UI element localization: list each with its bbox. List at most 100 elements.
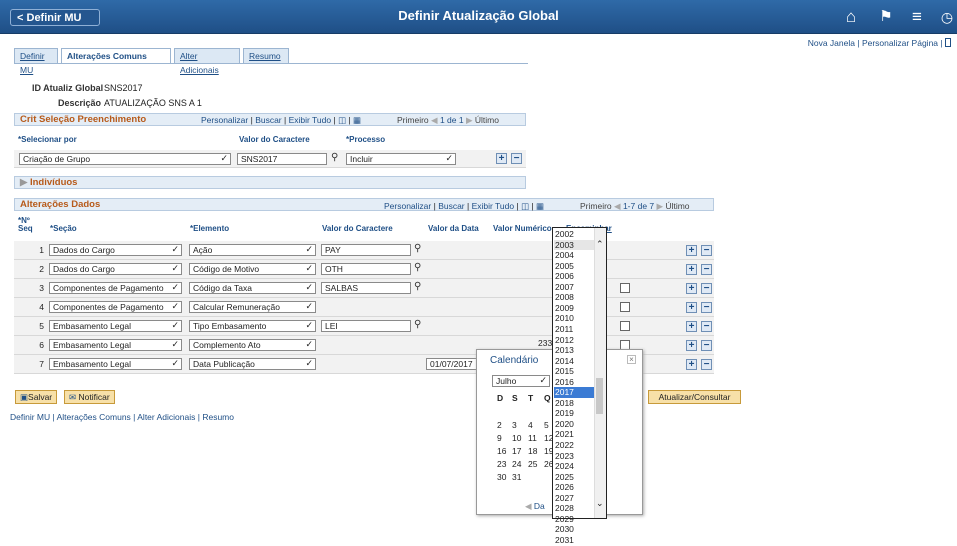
grid-icon[interactable]: ▦ [536, 201, 544, 211]
scroll-down-icon[interactable]: ⌄ [596, 498, 604, 509]
save-button[interactable]: ▣Salvar [15, 390, 58, 404]
char-value-input[interactable]: OTH [321, 263, 411, 275]
link-alteracoes-comuns[interactable]: Alterações Comuns [57, 412, 131, 422]
year-option[interactable]: 2017 [554, 387, 594, 398]
delete-row-button[interactable]: − [701, 245, 712, 256]
forward-checkbox[interactable] [620, 321, 630, 331]
individuos-section[interactable]: ▶ Indivíduos [20, 177, 77, 188]
menu-icon[interactable]: ≡ [907, 7, 927, 27]
year-option[interactable]: 2010 [554, 313, 594, 324]
personalize-page-link[interactable]: Personalizar Página [862, 38, 938, 48]
link-resumo[interactable]: Resumo [202, 412, 234, 422]
first-link[interactable]: Primeiro [397, 115, 429, 125]
next-icon[interactable]: ▶ [657, 201, 664, 211]
personalize-link[interactable]: Personalizar [384, 201, 431, 211]
new-window-link[interactable]: Nova Janela [808, 38, 855, 48]
year-option[interactable]: 2002 [554, 229, 594, 240]
add-row-button[interactable]: + [686, 302, 697, 313]
year-option[interactable]: 2021 [554, 429, 594, 440]
year-option[interactable]: 2008 [554, 292, 594, 303]
char-value-input[interactable]: PAY [321, 244, 411, 256]
elemento-dropdown[interactable]: Calcular Remuneração ✓ [189, 301, 316, 313]
elemento-dropdown[interactable]: Ação ✓ [189, 244, 316, 256]
tab-alter-adicionais[interactable]: Alter Adicionais [174, 48, 240, 75]
lookup-icon[interactable]: ⚲ [414, 262, 421, 273]
calendar-day[interactable]: 4 [528, 420, 533, 430]
secao-dropdown[interactable]: Dados do Cargo ✓ [49, 244, 182, 256]
link-alter-adicionais[interactable]: Alter Adicionais [137, 412, 195, 422]
year-option[interactable]: 2025 [554, 472, 594, 483]
elemento-dropdown[interactable]: Data Publicação ✓ [189, 358, 316, 370]
year-option[interactable]: 2030 [554, 524, 594, 535]
year-option[interactable]: 2004 [554, 250, 594, 261]
year-option[interactable]: 2022 [554, 440, 594, 451]
char-value-input[interactable]: LEI [321, 320, 411, 332]
view-all-link[interactable]: Exibir Tudo [472, 201, 515, 211]
add-row-button[interactable]: + [686, 340, 697, 351]
lookup-icon[interactable]: ⚲ [331, 152, 338, 163]
find-link[interactable]: Buscar [438, 201, 464, 211]
process-dropdown[interactable]: Incluir ✓ [346, 153, 456, 165]
secao-dropdown[interactable]: Embasamento Legal ✓ [49, 358, 182, 370]
year-option[interactable]: 2027 [554, 493, 594, 504]
delete-row-button[interactable]: − [701, 302, 712, 313]
elemento-dropdown[interactable]: Código da Taxa ✓ [189, 282, 316, 294]
calendar-day[interactable]: 23 [497, 459, 506, 469]
last-link[interactable]: Último [475, 115, 499, 125]
year-dropdown-list[interactable]: 2002 2003 2004 2005 2006 2007 2008 2009 2010 2011… [552, 227, 607, 545]
year-option[interactable]: 2020 [554, 419, 594, 430]
year-option[interactable]: 2014 [554, 356, 594, 367]
secao-dropdown[interactable]: Embasamento Legal ✓ [49, 339, 182, 351]
forward-checkbox[interactable] [620, 302, 630, 312]
add-row-button[interactable]: + [686, 321, 697, 332]
tab-alteracoes-comuns[interactable]: Alterações Comuns [61, 48, 171, 64]
calendar-day[interactable]: 25 [528, 459, 537, 469]
year-option[interactable]: 2011 [554, 324, 594, 335]
char-value-input[interactable]: SALBAS [321, 282, 411, 294]
calendar-day[interactable]: 2 [497, 420, 502, 430]
delete-row-button[interactable]: − [701, 264, 712, 275]
prev-icon[interactable]: ◀ [614, 201, 621, 211]
notify-button[interactable]: ✉ Notificar [64, 390, 115, 404]
year-option[interactable]: 2024 [554, 461, 594, 472]
year-option[interactable]: 2003 [554, 239, 594, 251]
calendar-day[interactable]: 11 [528, 433, 537, 443]
elemento-dropdown[interactable]: Complemento Ato ✓ [189, 339, 316, 351]
year-option[interactable]: 2026 [554, 482, 594, 493]
year-option[interactable]: 2028 [554, 503, 594, 514]
lookup-icon[interactable]: ⚲ [414, 281, 421, 292]
calendar-day[interactable]: 17 [512, 446, 521, 456]
year-option[interactable]: 2009 [554, 303, 594, 314]
personalize-link[interactable]: Personalizar [201, 115, 248, 125]
find-link[interactable]: Buscar [255, 115, 281, 125]
year-option[interactable]: 2019 [554, 408, 594, 419]
year-option[interactable]: 2023 [554, 451, 594, 462]
delete-row-button[interactable]: − [511, 153, 522, 164]
last-link[interactable]: Último [665, 201, 689, 211]
calendar-day[interactable]: 10 [512, 433, 521, 443]
scrollbar-thumb[interactable] [596, 378, 603, 414]
calendar-day[interactable]: 24 [512, 459, 521, 469]
month-dropdown[interactable]: Julho ✓ [492, 375, 550, 387]
calendar-day[interactable]: 30 [497, 472, 506, 482]
year-option[interactable]: 2012 [554, 335, 594, 346]
char-value-input[interactable]: SNS2017 [237, 153, 327, 165]
forward-checkbox[interactable] [620, 283, 630, 293]
zoom-icon[interactable]: ◫ [521, 201, 529, 211]
add-row-button[interactable]: + [686, 245, 697, 256]
add-row-button[interactable]: + [686, 264, 697, 275]
select-by-dropdown[interactable]: Criação de Grupo ✓ [19, 153, 231, 165]
close-icon[interactable]: × [627, 355, 636, 364]
year-option[interactable]: 2016 [554, 377, 594, 388]
update-button[interactable]: Atualizar/Consultar [648, 390, 741, 404]
tab-resumo[interactable]: Resumo [243, 48, 289, 64]
delete-row-button[interactable]: − [701, 340, 712, 351]
home-icon[interactable]: ⌂ [841, 7, 861, 27]
calendar-day[interactable]: 3 [512, 420, 517, 430]
delete-row-button[interactable]: − [701, 283, 712, 294]
year-option[interactable]: 2018 [554, 398, 594, 409]
date-input[interactable]: 01/07/2017 [426, 358, 478, 370]
page-icon[interactable] [945, 38, 951, 47]
zoom-icon[interactable]: ◫ [338, 115, 346, 125]
tab-definir-mu[interactable]: Definir MU [14, 48, 58, 75]
